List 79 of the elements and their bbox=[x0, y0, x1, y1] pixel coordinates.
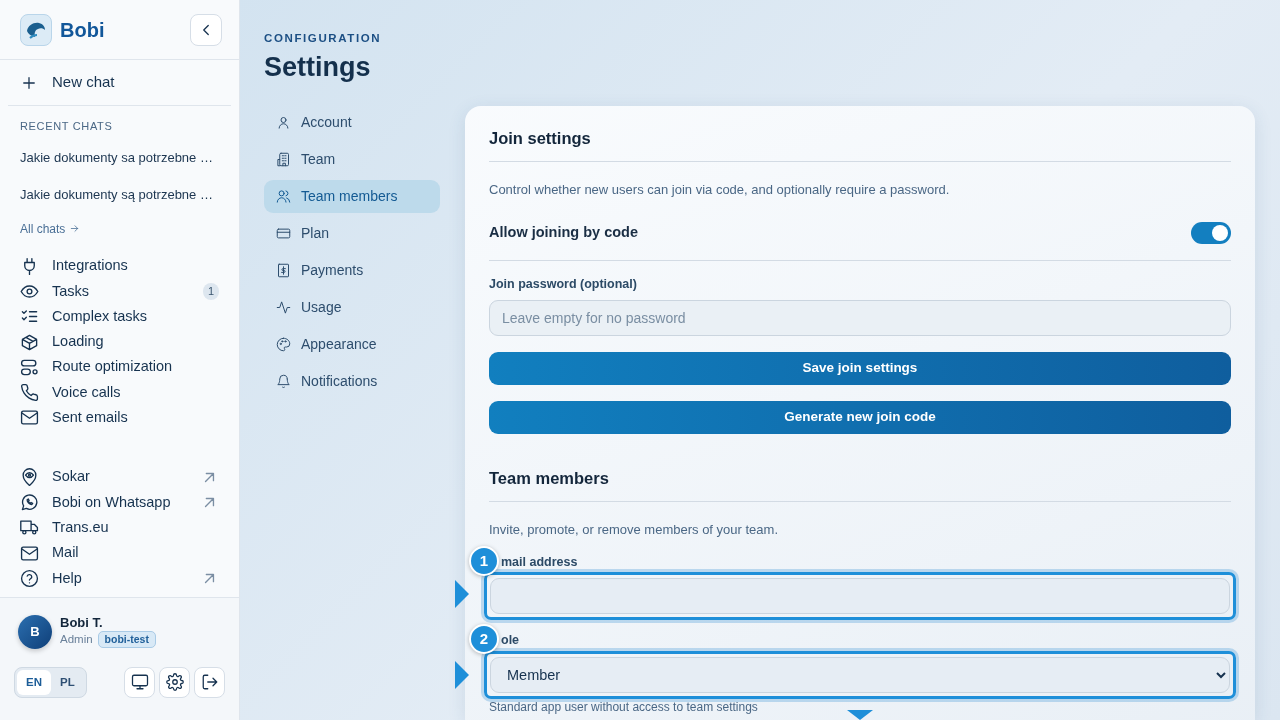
nav-item[interactable]: Complex tasks bbox=[20, 304, 219, 330]
bell-icon bbox=[276, 373, 291, 389]
field-label: ole bbox=[500, 634, 520, 647]
page-eyebrow: CONFIGURATION bbox=[264, 31, 383, 46]
palette-icon bbox=[276, 336, 291, 352]
logout-button[interactable] bbox=[194, 666, 225, 698]
route-icon bbox=[20, 357, 39, 377]
step-marker: 1 bbox=[469, 545, 499, 576]
field-hint: Standard app user without access to team settings bbox=[489, 700, 759, 715]
toggle-switch[interactable] bbox=[1191, 221, 1231, 244]
nav-item[interactable]: Tasks 1 bbox=[20, 278, 219, 305]
settings-tab[interactable]: Team bbox=[264, 142, 440, 176]
page-title: Settings bbox=[264, 51, 372, 84]
pointer-icon bbox=[455, 580, 469, 609]
section-description: Invite, promote, or remove members of your team. bbox=[489, 521, 779, 540]
section-heading: RECENT CHATS bbox=[19, 119, 114, 134]
settings-tab[interactable]: Plan bbox=[264, 216, 440, 250]
users-icon bbox=[276, 188, 291, 204]
envelope-icon bbox=[20, 408, 39, 428]
sidebar-link[interactable]: Mail bbox=[20, 540, 219, 566]
pointer-icon bbox=[455, 660, 469, 689]
logo-icon bbox=[20, 13, 52, 46]
credit-card-icon bbox=[276, 225, 291, 241]
brand-name: Bobi bbox=[60, 17, 105, 43]
toggle-label: Allow joining by code bbox=[489, 223, 639, 242]
chat-phone-icon bbox=[20, 493, 39, 512]
bill-icon bbox=[276, 262, 291, 278]
section-title: Join settings bbox=[489, 125, 1231, 163]
settings-tab[interactable]: Account bbox=[264, 105, 440, 139]
email-field[interactable] bbox=[490, 578, 1230, 615]
sidebar-link[interactable]: Trans.eu bbox=[20, 515, 219, 541]
nav-item[interactable]: Integrations bbox=[20, 253, 219, 279]
user-role: Admin bbox=[60, 631, 93, 647]
settings-button[interactable] bbox=[159, 666, 190, 698]
monitor-icon bbox=[130, 673, 149, 692]
settings-tab[interactable]: Payments bbox=[264, 253, 440, 287]
settings-tab[interactable]: Team members bbox=[264, 179, 440, 213]
recent-chat-link[interactable]: Jakie dokumenty sa potrzebne … bbox=[0, 138, 239, 176]
activity-icon bbox=[276, 299, 291, 315]
sidebar-link[interactable]: Bobi on Whatsapp bbox=[20, 489, 219, 516]
help-icon bbox=[20, 568, 39, 588]
settings-tab[interactable]: Usage bbox=[264, 290, 440, 324]
phone-icon bbox=[20, 383, 39, 403]
settings-tab[interactable]: Appearance bbox=[264, 327, 440, 361]
settings-icon bbox=[165, 673, 184, 692]
settings-tab[interactable]: Notifications bbox=[264, 364, 440, 398]
nav-item[interactable]: Sent emails bbox=[20, 405, 219, 431]
building-icon bbox=[276, 151, 291, 167]
language-option[interactable]: EN bbox=[17, 669, 51, 695]
password-field[interactable]: Leave empty for no password bbox=[489, 299, 1231, 336]
user-name: Bobi T. bbox=[60, 615, 104, 631]
sidebar-link[interactable]: Sokar bbox=[20, 464, 219, 490]
box-icon bbox=[20, 332, 39, 352]
count-badge: 1 bbox=[202, 283, 219, 300]
primary-button[interactable]: Generate new join code bbox=[489, 400, 1231, 434]
display-button[interactable] bbox=[124, 666, 155, 698]
user-avatar: B bbox=[18, 614, 52, 649]
sidebar-link[interactable]: Help bbox=[20, 565, 219, 592]
new-chat-button[interactable]: New chat bbox=[8, 60, 231, 106]
section-title: Team members bbox=[489, 465, 1231, 503]
field-label: mail address bbox=[500, 555, 578, 569]
envelope-icon bbox=[20, 543, 39, 563]
step-marker: 2 bbox=[469, 624, 499, 655]
team-tag: bobi-test bbox=[97, 630, 156, 649]
logout-icon bbox=[200, 673, 219, 692]
language-option[interactable]: PL bbox=[51, 669, 84, 695]
user-icon bbox=[276, 114, 291, 130]
pointer-icon bbox=[847, 710, 873, 720]
field-label: Join password (optional) bbox=[489, 275, 638, 293]
nav-item[interactable]: Loading bbox=[20, 329, 219, 355]
arrow-right-icon bbox=[69, 223, 81, 234]
primary-button[interactable]: Save join settings bbox=[489, 351, 1231, 385]
role-select[interactable]: Member bbox=[490, 656, 1230, 693]
nav-item[interactable]: Route optimization bbox=[20, 354, 219, 380]
nav-item[interactable]: Voice calls bbox=[20, 380, 219, 406]
map-pin-icon bbox=[20, 467, 39, 487]
section-description: Control whether new users can join via code, and optionally require a password. bbox=[489, 181, 951, 200]
all-chats-link[interactable]: All chats bbox=[0, 213, 239, 250]
recent-chat-link[interactable]: Jakie dokumenty są potrzebne … bbox=[0, 176, 239, 214]
